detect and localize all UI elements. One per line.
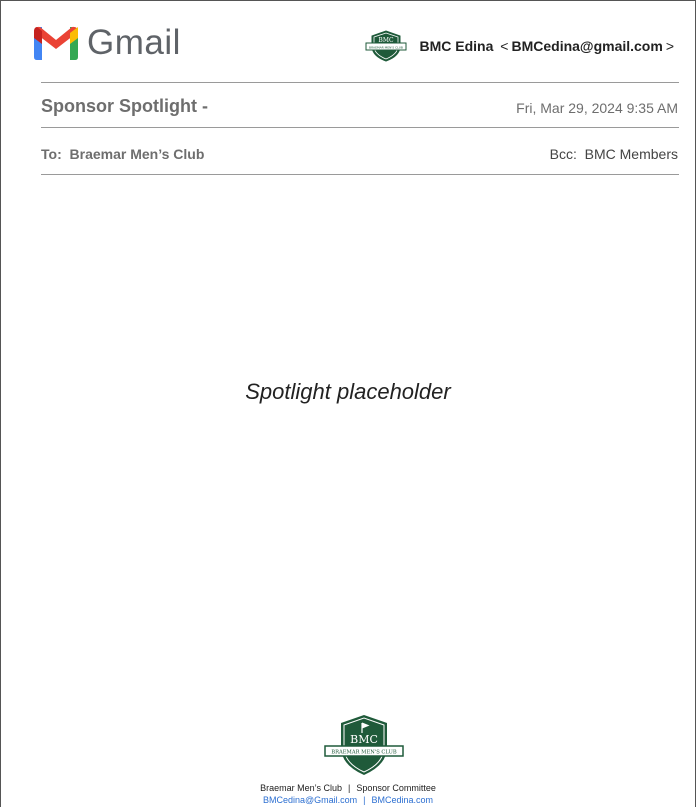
footer-website-link[interactable]: BMCedina.com bbox=[371, 795, 433, 805]
divider-subject bbox=[41, 127, 679, 128]
bracket-close: > bbox=[665, 38, 674, 54]
bmc-crest-icon: BMC BRAEMAR MEN'S CLUB bbox=[365, 30, 406, 62]
bmc-crest-logo: BMC BRAEMAR MEN'S CLUB bbox=[324, 715, 404, 775]
sender-email[interactable]: BMCedina@gmail.com bbox=[511, 38, 662, 54]
bcc-label: Bcc: bbox=[549, 146, 577, 162]
email-print-page: Gmail BMC BRAEMAR MEN'S CLUB BMC Edina <… bbox=[0, 0, 696, 807]
divider-top bbox=[41, 82, 679, 83]
footer-org: Braemar Men’s Club bbox=[260, 783, 342, 793]
body-placeholder: Spotlight placeholder bbox=[245, 379, 451, 404]
footer-separator: | bbox=[363, 795, 366, 805]
footer-org-line: Braemar Men’s Club | Sponsor Committee bbox=[1, 783, 695, 793]
recipient-to: To: Braemar Men’s Club bbox=[41, 146, 204, 162]
footer-committee: Sponsor Committee bbox=[356, 783, 436, 793]
to-value: Braemar Men’s Club bbox=[69, 146, 205, 162]
svg-text:BRAEMAR MEN'S CLUB: BRAEMAR MEN'S CLUB bbox=[369, 46, 403, 50]
recipient-bcc: Bcc: BMC Members bbox=[550, 146, 678, 162]
gmail-logo: Gmail bbox=[31, 23, 181, 63]
bcc-value: BMC Members bbox=[584, 146, 678, 162]
gmail-wordmark: Gmail bbox=[87, 23, 181, 62]
bracket-open: < bbox=[496, 38, 509, 54]
footer-email-link[interactable]: BMCedina@Gmail.com bbox=[263, 795, 357, 805]
email-subject: Sponsor Spotlight - bbox=[41, 96, 208, 116]
sender-name: BMC Edina bbox=[419, 38, 494, 54]
to-label: To: bbox=[41, 146, 62, 162]
footer-separator: | bbox=[347, 783, 351, 793]
svg-text:BMC: BMC bbox=[378, 37, 394, 44]
footer-links-line: BMCedina@Gmail.com | BMCedina.com bbox=[1, 795, 695, 805]
svg-text:BMC: BMC bbox=[350, 733, 378, 746]
sender-block: BMC BRAEMAR MEN'S CLUB BMC Edina < BMCed… bbox=[364, 29, 678, 63]
svg-text:BRAEMAR MEN'S CLUB: BRAEMAR MEN'S CLUB bbox=[331, 750, 397, 756]
gmail-m-icon bbox=[34, 26, 78, 60]
divider-recipients bbox=[41, 174, 679, 175]
email-date: Fri, Mar 29, 2024 9:35 AM bbox=[516, 100, 678, 116]
